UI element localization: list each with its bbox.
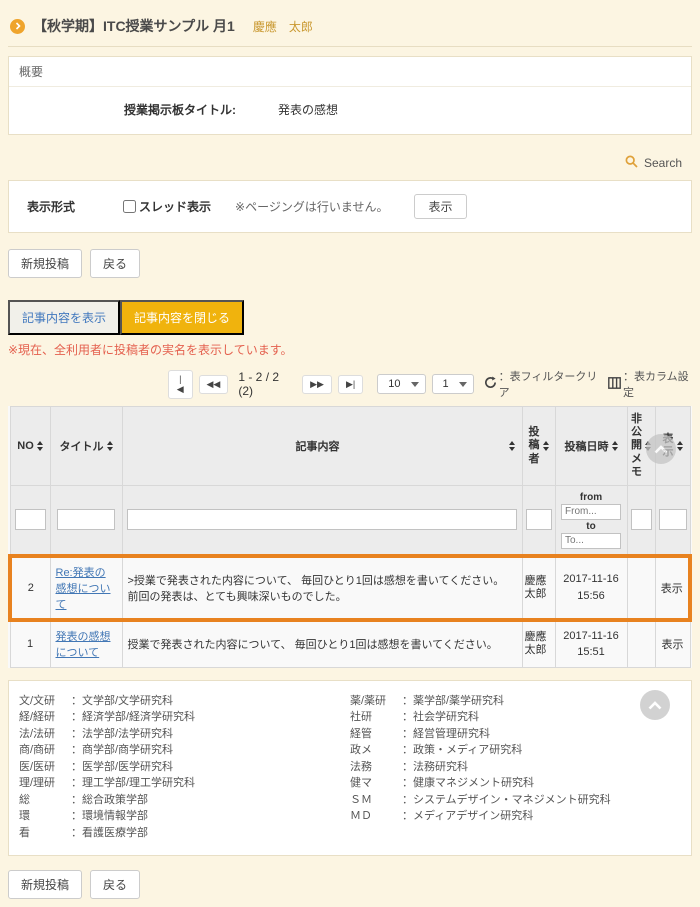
search-icon: [625, 155, 638, 171]
page-size-value: 10: [388, 378, 400, 390]
legend-item: 健マ：健康マネジメント研究科: [350, 775, 681, 792]
page-size-select[interactable]: 10: [377, 374, 425, 394]
close-content-button[interactable]: 記事内容を閉じる: [120, 300, 244, 335]
pagination-bar: |◀ ◀◀ 1 - 2 / 2 (2) ▶▶ ▶| 10 1 ：表フィルタークリ…: [168, 368, 692, 400]
post-poster: 慶應太郎: [522, 620, 555, 668]
col-body[interactable]: 記事内容: [122, 407, 522, 486]
post-memo: [627, 620, 655, 668]
thread-display-checkbox[interactable]: [123, 200, 136, 213]
filter-to-label: to: [559, 521, 624, 532]
table-columns-icon[interactable]: [608, 377, 621, 392]
page-number-value: 1: [443, 378, 449, 390]
legend-item: 環：環境情報学部: [19, 808, 350, 825]
legend-item: 法務：法務研究科: [350, 759, 681, 776]
legend-item: 法/法研：法学部/法学研究科: [19, 726, 350, 743]
posts-table: NO タイトル 記事内容 投稿者 投稿日時 非公開メモ 表示 from to: [8, 406, 692, 668]
sort-icon[interactable]: [543, 441, 549, 451]
prev-page-button[interactable]: ◀◀: [199, 375, 229, 394]
page-number-select[interactable]: 1: [432, 374, 474, 394]
filter-clear-label[interactable]: ：表フィルタークリア: [499, 368, 598, 400]
new-post-button-bottom[interactable]: 新規投稿: [8, 870, 82, 899]
legend-item: 理/理研：理工学部/理工学研究科: [19, 775, 350, 792]
post-body: 授業で発表された内容について、 毎回ひとり1回は感想を書いてください。: [122, 620, 522, 668]
post-poster: 慶應太郎: [522, 556, 555, 620]
post-body: >授業で発表された内容について、 毎回ひとり1回は感想を書いてください。 前回の…: [122, 556, 522, 620]
sort-icon[interactable]: [107, 441, 113, 451]
sort-icon[interactable]: [509, 441, 515, 451]
post-row: 1 発表の感想について 授業で発表された内容について、 毎回ひとり1回は感想を書…: [10, 620, 690, 668]
display-format-label: 表示形式: [27, 198, 123, 215]
chevron-down-icon: [411, 382, 419, 387]
col-poster[interactable]: 投稿者: [522, 407, 555, 486]
filter-memo-input[interactable]: [631, 509, 652, 530]
post-view-link[interactable]: 表示: [655, 556, 690, 620]
board-title-value: 発表の感想: [278, 101, 338, 118]
post-title-link[interactable]: 発表の感想について: [56, 631, 111, 659]
filter-body-input[interactable]: [127, 509, 516, 530]
post-no: 1: [10, 620, 50, 668]
filter-poster-input[interactable]: [526, 509, 552, 530]
col-no[interactable]: NO: [10, 407, 50, 486]
legend-item: ＳＭ：システムデザイン・マネジメント研究科: [350, 792, 681, 809]
post-datetime: 2017-11-1615:51: [555, 620, 627, 668]
sort-icon[interactable]: [612, 441, 618, 451]
page-header: 【秋学期】ITC授業サンプル 月1 慶應 太郎: [8, 8, 692, 47]
col-datetime[interactable]: 投稿日時: [555, 407, 627, 486]
filter-title-input[interactable]: [57, 509, 115, 530]
table-filter-row: from to: [10, 485, 690, 556]
first-page-button[interactable]: |◀: [168, 370, 193, 399]
next-page-button[interactable]: ▶▶: [302, 375, 332, 394]
paging-note: ※ページングは行いません。: [235, 198, 388, 215]
legend-right-column: 薬/薬研：薬学部/薬学研究科 社研：社会学研究科 経管：経営管理研究科 政メ：政…: [350, 693, 681, 842]
legend-item: 経管：経営管理研究科: [350, 726, 681, 743]
last-page-button[interactable]: ▶|: [338, 375, 363, 394]
overview-panel: 概要 授業掲示板タイトル: 発表の感想: [8, 56, 692, 135]
post-view-link[interactable]: 表示: [655, 620, 690, 668]
legend-item: ＭＤ：メディアデザイン研究科: [350, 808, 681, 825]
filter-from-label: from: [559, 492, 624, 503]
post-row: 2 Re:発表の感想について >授業で発表された内容について、 毎回ひとり1回は…: [10, 556, 690, 620]
legend-item: 政メ：政策・メディア研究科: [350, 742, 681, 759]
search-link[interactable]: Search: [644, 156, 682, 170]
column-config-label[interactable]: ：表カラム設定: [623, 368, 692, 400]
post-title-link[interactable]: Re:発表の感想について: [56, 567, 111, 611]
show-content-button[interactable]: 記事内容を表示: [8, 300, 120, 335]
legend-left-column: 文/文研：文学部/文学研究科 経/経研：経済学部/経済学研究科 法/法研：法学部…: [19, 693, 350, 842]
realname-notice: ※現在、全利用者に投稿者の実名を表示しています。: [8, 341, 692, 358]
chevron-down-icon: [459, 382, 467, 387]
post-datetime: 2017-11-1615:56: [555, 556, 627, 620]
display-button[interactable]: 表示: [414, 194, 466, 219]
filter-no-input[interactable]: [15, 509, 46, 530]
scroll-to-top-button[interactable]: [646, 434, 676, 464]
legend-item: 総：総合政策学部: [19, 792, 350, 809]
refresh-icon[interactable]: [484, 376, 497, 392]
sort-icon[interactable]: [677, 441, 683, 451]
post-memo: [627, 556, 655, 620]
post-no: 2: [10, 556, 50, 620]
faculty-legend: 文/文研：文学部/文学研究科 経/経研：経済学部/経済学研究科 法/法研：法学部…: [8, 680, 692, 857]
legend-item: 看：看護医療学部: [19, 825, 350, 842]
back-button-bottom[interactable]: 戻る: [90, 870, 140, 899]
filter-date-to-input[interactable]: [561, 533, 621, 549]
overview-panel-title: 概要: [9, 57, 691, 87]
user-name-link[interactable]: 慶應 太郎: [253, 18, 313, 35]
board-title-label: 授業掲示板タイトル:: [124, 101, 236, 118]
filter-view-input[interactable]: [659, 509, 687, 530]
pagination-range: 1 - 2 / 2 (2): [238, 370, 292, 398]
table-header-row: NO タイトル 記事内容 投稿者 投稿日時 非公開メモ 表示: [10, 407, 690, 486]
col-title[interactable]: タイトル: [50, 407, 122, 486]
legend-item: 社研：社会学研究科: [350, 709, 681, 726]
new-post-button-top[interactable]: 新規投稿: [8, 249, 82, 278]
thread-display-label: スレッド表示: [139, 198, 211, 215]
page-title: 【秋学期】ITC授業サンプル 月1: [33, 16, 235, 36]
back-button-top[interactable]: 戻る: [90, 249, 140, 278]
display-format-panel: 表示形式 スレッド表示 ※ページングは行いません。 表示: [8, 180, 692, 233]
sort-icon[interactable]: [37, 441, 43, 451]
legend-item: 経/経研：経済学部/経済学研究科: [19, 709, 350, 726]
scroll-to-top-button[interactable]: [640, 690, 670, 720]
filter-date-from-input[interactable]: [561, 504, 621, 520]
chevron-right-circle-icon: [10, 19, 25, 34]
legend-item: 商/商研：商学部/商学研究科: [19, 742, 350, 759]
legend-item: 医/医研：医学部/医学研究科: [19, 759, 350, 776]
